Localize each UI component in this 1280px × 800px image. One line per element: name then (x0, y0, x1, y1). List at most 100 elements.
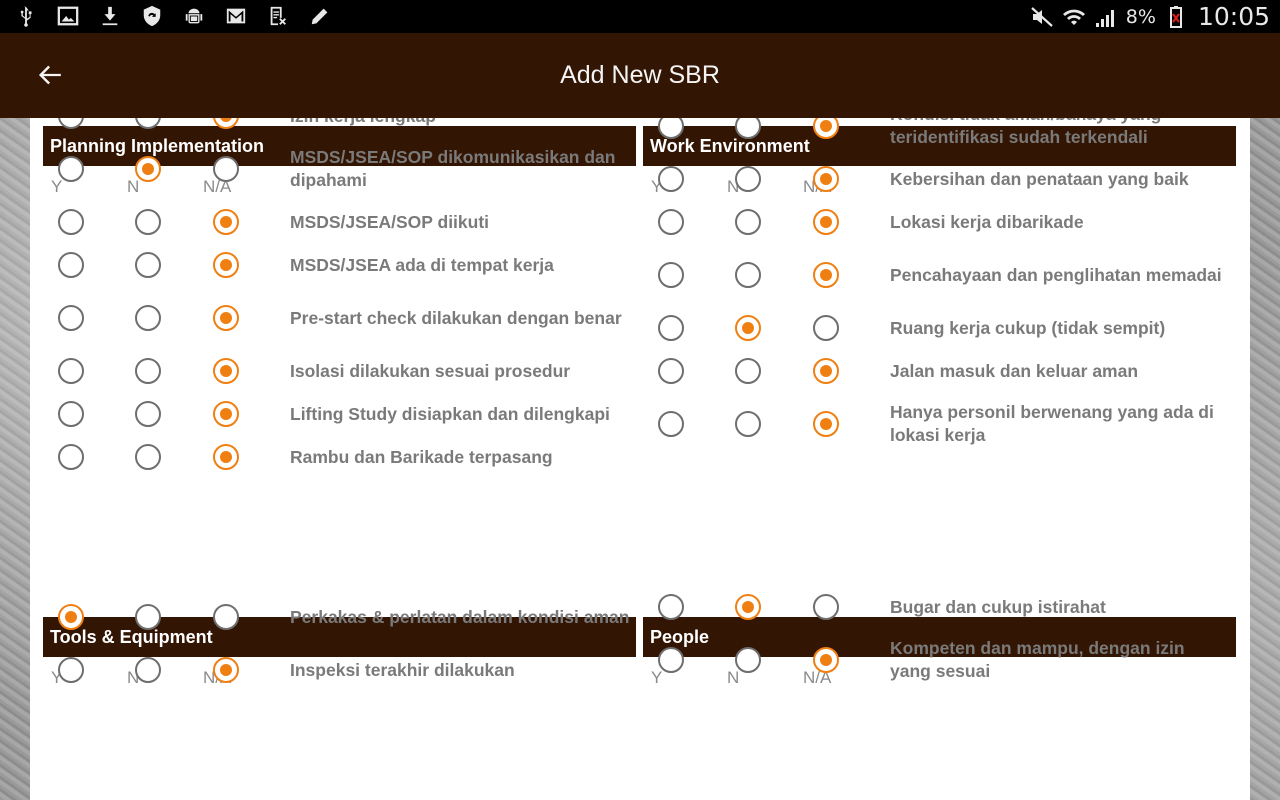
question-label: Bugar dan cukup istirahat (890, 596, 1106, 617)
section-work-environment: Work EnvironmentYNN/AKondisi tidak aman/… (643, 118, 1236, 445)
radio-y[interactable] (658, 647, 684, 673)
radio-na-selected[interactable] (213, 252, 239, 278)
system-status: 8% 10:05 (1030, 0, 1270, 33)
question-label: Isolasi dilakukan sesuai prosedur (290, 360, 571, 381)
question-label: Inspeksi terakhir dilakukan (290, 659, 515, 680)
radio-na-selected[interactable] (813, 262, 839, 288)
question-label: MSDS/JSEA ada di tempat kerja (290, 254, 554, 275)
column-n-label: N (727, 668, 740, 687)
question-label: Pre-start check dilakukan dengan benar (290, 307, 622, 328)
question-label: Lifting Study disiapkan dan dilengkapi (290, 403, 610, 424)
question-label: Kondisi tidak aman/bahaya yang teridenti… (890, 118, 1161, 147)
radio-y[interactable] (658, 594, 684, 620)
mute-icon (1031, 6, 1053, 27)
radio-na-selected[interactable] (813, 647, 839, 673)
radio-na-selected[interactable] (213, 305, 239, 331)
battery-low-icon (1169, 5, 1182, 28)
radio-n-selected[interactable] (135, 156, 161, 182)
radio-n[interactable] (735, 647, 761, 673)
radio-n[interactable] (135, 444, 161, 470)
question-label: Ruang kerja cukup (tidak sempit) (890, 317, 1166, 338)
radio-y[interactable] (658, 411, 684, 437)
radio-y[interactable] (58, 358, 84, 384)
radio-n[interactable] (735, 358, 761, 384)
download-icon (98, 4, 122, 28)
radio-n[interactable] (135, 209, 161, 235)
page-title: Add New SBR (560, 61, 720, 89)
radio-y-selected[interactable] (58, 604, 84, 630)
question-label: Perkakas & perlatan dalam kondisi aman (290, 606, 630, 627)
radio-n[interactable] (735, 262, 761, 288)
radio-y[interactable] (58, 252, 84, 278)
question-label: Kebersihan dan penataan yang baik (890, 168, 1189, 189)
radio-n[interactable] (735, 166, 761, 192)
radio-na-selected[interactable] (213, 401, 239, 427)
radio-n-selected[interactable] (735, 315, 761, 341)
question-label: Kompeten dan mampu, dengan izin yang ses… (890, 638, 1185, 681)
signal-icon (1095, 9, 1114, 27)
radio-n[interactable] (735, 209, 761, 235)
app-bar: Add New SBR (0, 33, 1280, 118)
question-label: Lokasi kerja dibarikade (890, 211, 1084, 232)
radio-n[interactable] (135, 657, 161, 683)
radio-n[interactable] (135, 252, 161, 278)
radio-y[interactable] (58, 657, 84, 683)
question-label: MSDS/JSEA/SOP dikomunikasikan dan dipaha… (290, 147, 616, 190)
radio-n[interactable] (135, 358, 161, 384)
radio-na[interactable] (813, 594, 839, 620)
radio-y[interactable] (58, 401, 84, 427)
wifi-icon (1062, 9, 1085, 25)
question-label: Rambu dan Barikade terpasang (290, 446, 553, 467)
status-bar: 8% 10:05 (0, 0, 1280, 33)
radio-na[interactable] (213, 604, 239, 630)
image-icon (56, 4, 80, 28)
question-label: Jalan masuk dan keluar aman (890, 360, 1139, 381)
radio-na-selected[interactable] (213, 209, 239, 235)
radio-na-selected[interactable] (213, 657, 239, 683)
edit-icon (308, 4, 332, 28)
question-label: MSDS/JSEA/SOP diikuti (290, 211, 490, 232)
section-planning-implementation: Planning ImplementationYNN/AIzin kerja l… (43, 118, 636, 470)
form-card: Planning ImplementationYNN/AIzin kerja l… (30, 118, 1250, 800)
column-y-label: Y (51, 177, 63, 196)
question-label: Pencahayaan dan penglihatan memadai (890, 264, 1222, 285)
column-y-label: Y (651, 668, 663, 687)
section-people: People Y N N/A Bugar dan cukup istirahat Komp… (643, 594, 1236, 699)
radio-n[interactable] (135, 401, 161, 427)
radio-na-selected[interactable] (813, 166, 839, 192)
radio-n[interactable] (135, 305, 161, 331)
question-label: Hanya personil berwenang yang ada di lok… (890, 402, 1214, 445)
radio-y[interactable] (658, 166, 684, 192)
radio-y[interactable] (58, 156, 84, 182)
radio-y[interactable] (58, 305, 84, 331)
column-n-label: N (127, 177, 140, 196)
section-tools-equipment: Tools & EquipmentYNN/APerkakas & perlata… (43, 604, 636, 699)
radio-na-selected[interactable] (813, 358, 839, 384)
notification-icons (14, 4, 332, 28)
android-debug-icon (182, 4, 206, 28)
clock: 10:05 (1197, 2, 1270, 31)
radio-na-selected[interactable] (813, 209, 839, 235)
radio-n[interactable] (135, 604, 161, 630)
radio-y[interactable] (58, 444, 84, 470)
radio-na-selected[interactable] (213, 444, 239, 470)
clipboard-icon (266, 4, 290, 28)
radio-na[interactable] (813, 315, 839, 341)
question-label: Izin kerja lengkap (290, 118, 630, 128)
arrow-back-icon (38, 65, 61, 85)
radio-na-selected[interactable] (213, 358, 239, 384)
radio-na[interactable] (213, 156, 239, 182)
radio-na-selected[interactable] (813, 411, 839, 437)
gmail-icon (224, 4, 248, 28)
radio-y[interactable] (658, 209, 684, 235)
battery-percent: 8% (1125, 5, 1156, 28)
radio-n[interactable] (735, 411, 761, 437)
radio-y[interactable] (658, 358, 684, 384)
radio-y[interactable] (658, 315, 684, 341)
shield-sync-icon (140, 4, 164, 28)
radio-y[interactable] (658, 262, 684, 288)
radio-y[interactable] (58, 209, 84, 235)
usb-icon (14, 4, 38, 28)
back-button[interactable] (30, 55, 70, 95)
radio-n-selected[interactable] (735, 594, 761, 620)
